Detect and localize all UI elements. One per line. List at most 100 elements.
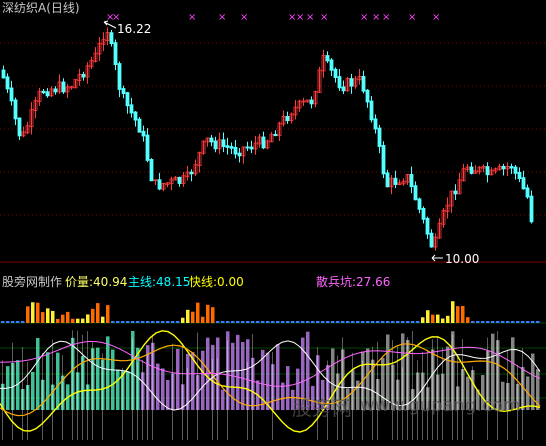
candle-body — [273, 133, 278, 137]
signal-marker: × — [320, 12, 328, 23]
indicator-top-bar — [206, 304, 210, 323]
indicator-top-bar — [431, 314, 435, 323]
candle-body — [417, 198, 422, 210]
candle-body — [5, 76, 10, 90]
candle-body — [261, 136, 266, 149]
indicator-top-bar — [421, 317, 425, 323]
main-line-readout: 主线:48.15 — [128, 275, 190, 289]
indicator-top-bar — [11, 321, 15, 323]
stock-title: 深纺织A(日线) — [2, 1, 80, 15]
indicator-top-bar — [246, 321, 250, 323]
indicator-top-bar — [446, 315, 450, 323]
signal-marker: × — [408, 12, 416, 23]
indicator-top-bar — [41, 312, 45, 323]
indicator-top-bar — [361, 321, 365, 323]
candle-body — [325, 55, 330, 62]
indicator-top-bar — [521, 321, 525, 323]
signal-marker: × — [382, 12, 390, 23]
indicator-top-bar — [136, 321, 140, 323]
signal-marker: × — [296, 12, 304, 23]
candle-body — [509, 166, 514, 169]
indicator-top-bar — [391, 321, 395, 323]
candle-body — [517, 171, 522, 180]
indicator-top-bar — [481, 321, 485, 323]
candle-body — [525, 187, 530, 198]
candle-body — [125, 92, 130, 107]
indicator-top-bar — [336, 321, 340, 323]
indicator-lower-bar — [156, 363, 160, 410]
candle-body — [129, 104, 134, 114]
indicator-lower-bar — [36, 337, 40, 410]
indicator-top-bar — [326, 321, 330, 323]
candlesticks — [1, 27, 534, 251]
retail-pit-value: 27.66 — [356, 275, 391, 289]
candle-body — [9, 87, 14, 102]
indicator-top-bar — [91, 308, 95, 323]
candle-body — [329, 59, 334, 71]
candle-body — [501, 165, 506, 170]
candle-body — [209, 137, 214, 143]
grid-lines — [0, 42, 546, 399]
indicator-top-bar — [451, 301, 455, 323]
indicator-top-bar — [346, 321, 350, 323]
high-price-label: 16.22 — [117, 22, 152, 36]
indicator-top-bar — [86, 314, 90, 323]
candle-body — [213, 140, 218, 150]
candle-body — [13, 99, 18, 120]
candle-body — [137, 118, 142, 133]
candle-body — [61, 81, 66, 93]
indicator-top-bar — [426, 310, 430, 323]
indicator-top-bar — [351, 321, 355, 323]
indicator-top-bar — [106, 305, 110, 323]
indicator-lower-bar — [241, 342, 245, 410]
candle-body — [409, 174, 414, 188]
indicator-top-bar — [286, 321, 290, 323]
indicator-top-bar — [156, 321, 160, 323]
candle-body — [425, 217, 430, 235]
candle-body — [81, 73, 86, 78]
indicator-top-bar — [371, 321, 375, 323]
indicator-top-bar — [146, 321, 150, 323]
indicator-top-bar — [151, 321, 155, 323]
indicator-top-bar — [96, 303, 100, 323]
candle-body — [189, 171, 194, 175]
candle-body — [521, 177, 526, 190]
candle-body — [369, 100, 374, 121]
indicator-top-bar — [436, 314, 440, 323]
indicator-top-bar — [416, 321, 420, 323]
candle-body — [349, 78, 354, 87]
indicator-top-bar — [461, 305, 465, 323]
indicator-top-bar — [71, 318, 75, 323]
indicator-top-bar — [356, 321, 360, 323]
indicator-top-bar — [196, 302, 200, 323]
indicator-top-bar — [126, 321, 130, 323]
indicator-top-bar — [311, 321, 315, 323]
indicator-top-bar — [341, 321, 345, 323]
indicator-top-bar — [406, 321, 410, 323]
indicator-lower-bar — [111, 349, 115, 410]
indicator-top-bar — [261, 321, 265, 323]
stock-name: 深纺织A — [2, 1, 47, 15]
candle-body — [373, 118, 378, 130]
candle-body — [113, 42, 118, 65]
candle-body — [133, 111, 138, 121]
candle-body — [429, 232, 434, 248]
indicator-top-bar — [181, 317, 185, 323]
signal-marker: × — [432, 12, 440, 23]
signal-marker: × — [360, 12, 368, 23]
candle-body — [1, 69, 6, 79]
indicator-top-bar — [171, 321, 175, 323]
candle-body — [337, 76, 342, 89]
signal-marker: × — [188, 12, 196, 23]
indicator-top-bar — [201, 316, 205, 323]
candle-body — [393, 177, 398, 185]
indicator-lower-bar — [96, 347, 100, 410]
candle-body — [381, 145, 386, 175]
chart-canvas[interactable]: ×× × × × × × × × × × × × × — [0, 0, 546, 446]
watermark-cn: 股旁网 — [292, 396, 352, 420]
indicator-top-bar — [456, 306, 460, 323]
indicator-top-bar — [1, 321, 5, 323]
indicator-top-bar — [476, 321, 480, 323]
watermark-url: www.gupang.com — [360, 395, 521, 416]
signal-markers: ×× × × × × × × × × × × × × — [106, 12, 440, 23]
